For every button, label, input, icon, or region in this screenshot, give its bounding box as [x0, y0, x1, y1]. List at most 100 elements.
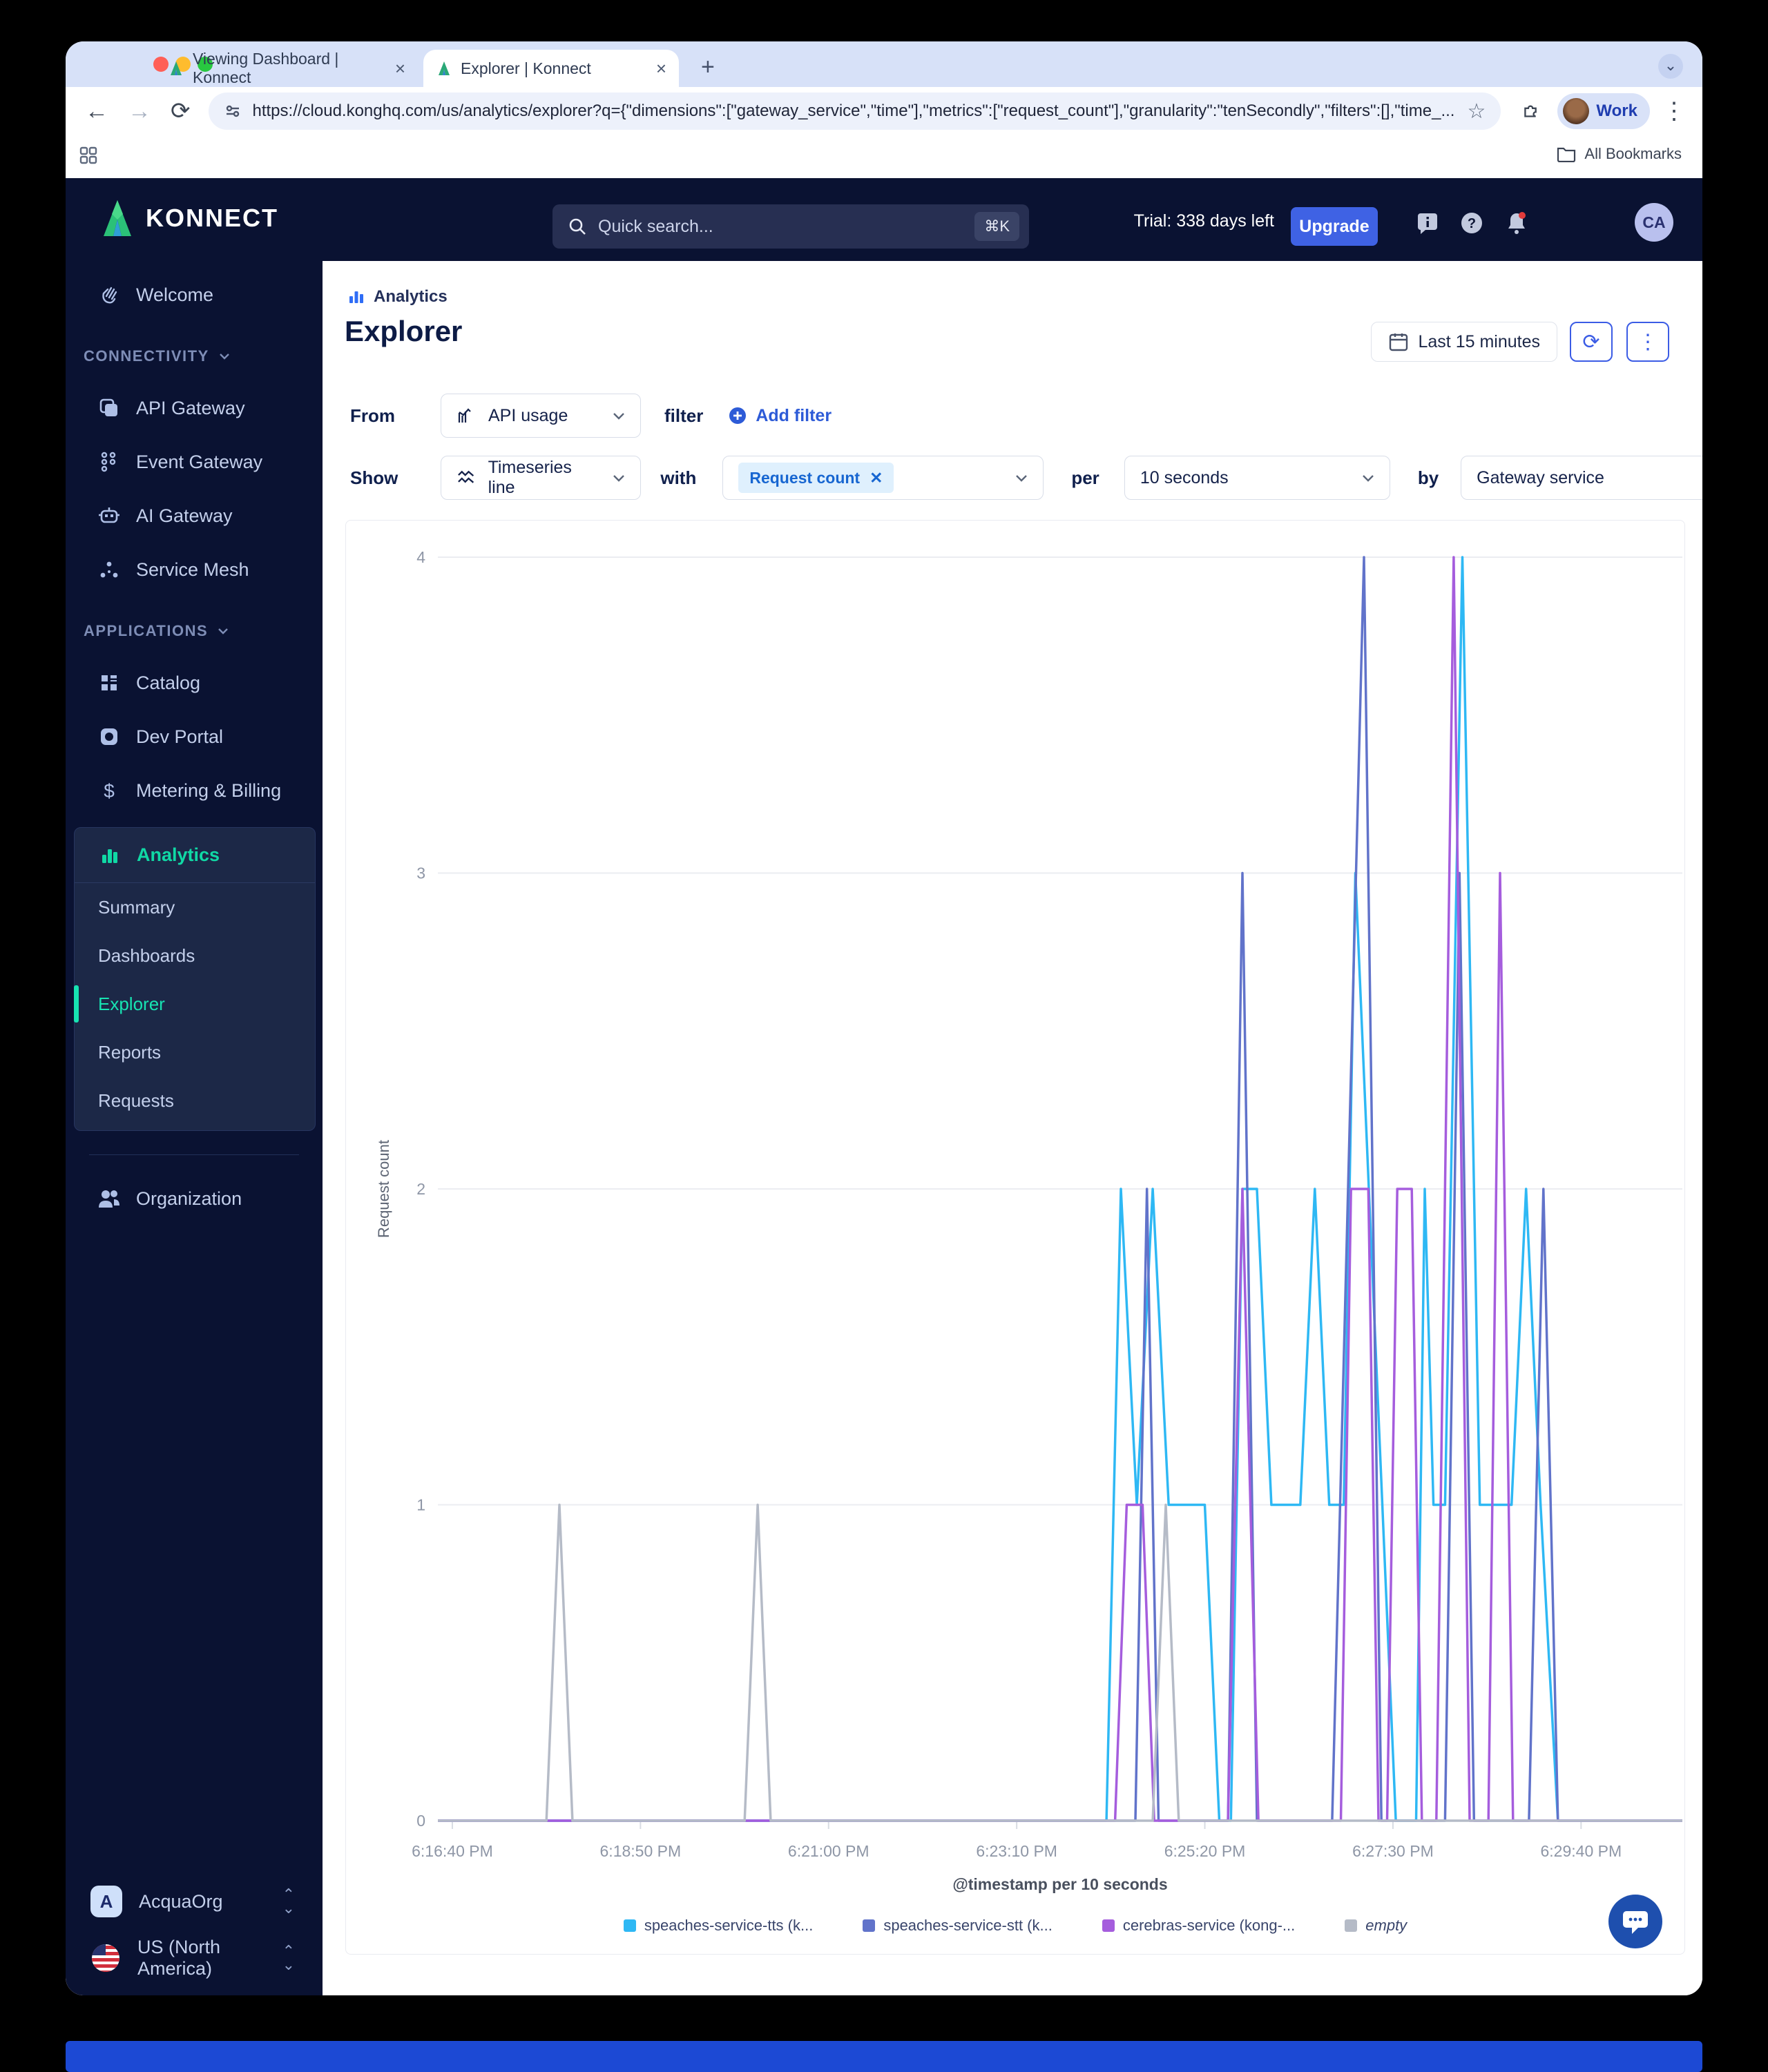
- tab-viewing-dashboard[interactable]: Viewing Dashboard | Konnect ×: [155, 50, 418, 87]
- notifications-bell-icon[interactable]: [1503, 210, 1530, 236]
- back-button[interactable]: ←: [85, 98, 108, 125]
- sidebar-item-label: Dashboards: [98, 945, 195, 967]
- reload-button[interactable]: ⟳: [171, 97, 191, 125]
- sidebar-item-label: Requests: [98, 1090, 174, 1112]
- add-filter-button[interactable]: Add filter: [728, 406, 832, 426]
- feedback-icon[interactable]: [1415, 210, 1440, 235]
- add-filter-label: Add filter: [756, 406, 832, 426]
- timeseries-chart[interactable]: 01234Request count6:16:40 PM6:18:50 PM6:…: [346, 521, 1684, 1895]
- sidebar-item-reports[interactable]: Reports: [75, 1028, 315, 1076]
- sidebar-item-summary[interactable]: Summary: [75, 883, 315, 931]
- dev-portal-icon: [97, 726, 121, 747]
- legend-swatch: [624, 1919, 636, 1932]
- all-bookmarks-button[interactable]: All Bookmarks: [1557, 145, 1682, 163]
- quick-search-input[interactable]: Quick search... ⌘K: [552, 204, 1029, 249]
- x-tick-label: 6:18:50 PM: [600, 1842, 682, 1860]
- app-top-nav: KONNECT Quick search... ⌘K Trial: 338 da…: [66, 178, 1702, 261]
- sidebar-item-label: Metering & Billing: [136, 780, 281, 802]
- sidebar-item-label: Event Gateway: [136, 452, 262, 473]
- sidebar-section-header[interactable]: CONNECTIVITY: [66, 331, 323, 381]
- from-select[interactable]: API usage: [441, 394, 641, 438]
- more-options-kebab-button[interactable]: ⋮: [1626, 322, 1669, 362]
- ai-gateway-icon: [97, 505, 121, 526]
- show-select[interactable]: Timeseries line: [441, 456, 641, 500]
- legend-item[interactable]: speaches-service-stt (k...: [863, 1917, 1053, 1935]
- sidebar-item-explorer[interactable]: Explorer: [75, 980, 315, 1028]
- service-mesh-icon: [97, 560, 121, 579]
- forward-button[interactable]: →: [128, 98, 151, 125]
- tab-close-icon[interactable]: ×: [656, 58, 666, 79]
- page-title: Explorer: [345, 315, 462, 348]
- extensions-icon[interactable]: [1521, 101, 1542, 122]
- sidebar-divider: [89, 1154, 299, 1155]
- url-text[interactable]: https://cloud.konghq.com/us/analytics/ex…: [253, 101, 1457, 121]
- sidebar-item-label: Organization: [136, 1188, 242, 1210]
- api-gateway-icon: [97, 397, 121, 419]
- sidebar-analytics-panel: Analytics Summary Dashboards ExplorerRepor…: [74, 827, 316, 1131]
- url-bar[interactable]: https://cloud.konghq.com/us/analytics/ex…: [209, 93, 1501, 130]
- sidebar-item-event-gateway[interactable]: Event Gateway: [66, 435, 323, 489]
- legend-swatch: [1345, 1919, 1357, 1932]
- breadcrumb-label: Analytics: [374, 287, 448, 307]
- time-range-button[interactable]: Last 15 minutes: [1371, 322, 1558, 362]
- sidebar-item-catalog[interactable]: Catalog: [66, 656, 323, 710]
- legend-label: empty: [1365, 1917, 1407, 1935]
- konnect-logo[interactable]: KONNECT: [100, 199, 278, 238]
- legend-item[interactable]: cerebras-service (kong-...: [1102, 1917, 1295, 1935]
- sidebar-section-header[interactable]: APPLICATIONS: [66, 606, 323, 656]
- series-empty[interactable]: [438, 1505, 1682, 1821]
- analytics-bars-icon: [98, 845, 122, 866]
- analytics-bars-icon: [347, 288, 365, 306]
- tab-explorer[interactable]: Explorer | Konnect ×: [423, 50, 679, 87]
- event-gateway-icon: [97, 451, 121, 473]
- browser-profile-chip[interactable]: Work: [1557, 93, 1650, 129]
- metric-pill[interactable]: Request count ✕: [738, 463, 894, 493]
- org-switcher[interactable]: A AcquaOrg ⌃⌄: [66, 1874, 323, 1929]
- chat-fab-button[interactable]: [1608, 1895, 1662, 1948]
- sidebar-item-label: Dev Portal: [136, 726, 223, 748]
- site-settings-icon[interactable]: [224, 102, 242, 120]
- y-tick-label: 0: [416, 1812, 425, 1830]
- sidebar-item-service-mesh[interactable]: Service Mesh: [66, 543, 323, 597]
- sidebar-item-dashboards[interactable]: Dashboards: [75, 931, 315, 980]
- per-value: 10 seconds: [1140, 468, 1229, 488]
- bookmark-star-icon[interactable]: ☆: [1468, 99, 1486, 124]
- breadcrumb[interactable]: Analytics: [347, 287, 448, 307]
- legend-label: speaches-service-stt (k...: [883, 1917, 1053, 1935]
- by-label: by: [1418, 467, 1439, 489]
- browser-menu-kebab-icon[interactable]: ⋮: [1662, 97, 1686, 125]
- sidebar: Welcome CONNECTIVITYAPI Gateway Event Gat…: [66, 261, 323, 1995]
- x-tick-label: 6:16:40 PM: [412, 1842, 493, 1860]
- sidebar-item-api-gateway[interactable]: API Gateway: [66, 381, 323, 435]
- sidebar-item-dev-portal[interactable]: Dev Portal: [66, 710, 323, 764]
- search-placeholder: Quick search...: [598, 217, 963, 237]
- timeseries-icon: [457, 468, 475, 487]
- sidebar-item-analytics[interactable]: Analytics: [75, 828, 315, 883]
- apps-grid-icon[interactable]: [78, 145, 99, 166]
- sidebar-item-organization[interactable]: Organization: [66, 1172, 323, 1226]
- sidebar-item-ai-gateway[interactable]: AI Gateway: [66, 489, 323, 543]
- y-tick-label: 1: [416, 1496, 425, 1514]
- chevron-down-icon: [219, 353, 230, 360]
- per-select[interactable]: 10 seconds: [1124, 456, 1390, 500]
- user-avatar[interactable]: CA: [1635, 203, 1673, 242]
- legend-item[interactable]: empty: [1345, 1917, 1407, 1935]
- help-icon[interactable]: ?: [1459, 210, 1485, 236]
- region-switcher[interactable]: US (North America) ⌃⌄: [66, 1930, 323, 1986]
- upgrade-button[interactable]: Upgrade: [1291, 207, 1378, 246]
- tab-search-button[interactable]: ⌄: [1658, 54, 1683, 79]
- show-label: Show: [350, 467, 398, 489]
- legend-label: cerebras-service (kong-...: [1123, 1917, 1295, 1935]
- metrics-select[interactable]: Request count ✕: [722, 456, 1044, 500]
- trial-countdown: Trial: 338 days left: [1134, 211, 1274, 231]
- sidebar-item-metering-billing[interactable]: $Metering & Billing: [66, 764, 323, 817]
- y-tick-label: 2: [416, 1180, 425, 1198]
- legend-item[interactable]: speaches-service-tts (k...: [624, 1917, 814, 1935]
- remove-metric-icon[interactable]: ✕: [869, 469, 883, 487]
- sidebar-item-requests[interactable]: Requests: [75, 1076, 315, 1125]
- refresh-button[interactable]: ⟳: [1570, 322, 1613, 362]
- by-select[interactable]: Gateway service: [1461, 456, 1702, 500]
- tab-close-icon[interactable]: ×: [395, 58, 405, 79]
- new-tab-button[interactable]: +: [701, 54, 715, 81]
- sidebar-item-welcome[interactable]: Welcome: [66, 268, 323, 322]
